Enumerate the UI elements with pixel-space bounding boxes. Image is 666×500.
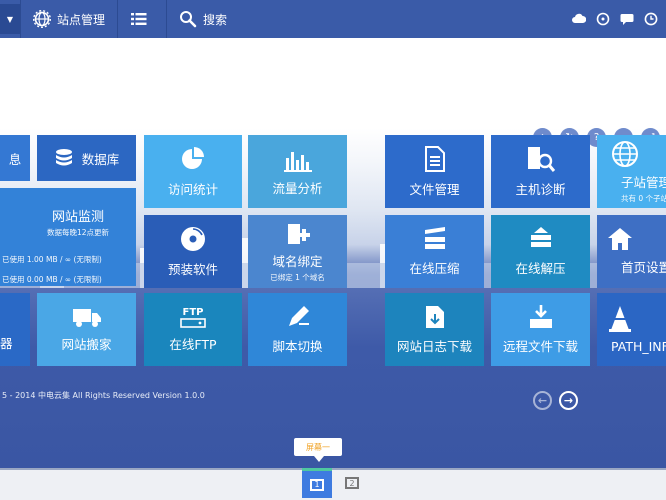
document-plus-icon [285,221,311,247]
search-label: 搜索 [203,12,228,27]
prev-page-button[interactable]: ← [533,391,552,410]
screen-switcher-bar [0,468,666,500]
tile-script-switch-label: 脚本切换 [272,339,323,354]
tile-file-manage[interactable]: 文件管理 [385,135,484,208]
dropdown-toggle-button[interactable]: ▼ [0,4,20,34]
tile-traffic[interactable]: 流量分析 [248,135,347,208]
tile-info[interactable]: 息 [0,135,30,181]
site-manage-label: 站点管理 [57,12,106,27]
download-tray-icon [527,304,555,330]
caret-down-icon: ▼ [6,14,14,24]
server-search-icon [526,145,556,173]
tile-path-info-label: PATH_INFO [611,339,666,354]
clock-icon[interactable] [644,12,658,26]
decompress-icon [527,226,555,252]
tile-log-download[interactable]: 网站日志下载 [385,293,484,366]
tile-domain[interactable]: 域名绑定 已绑定 1 个域名 [248,215,347,288]
tile-subsite[interactable]: 子站管理 共有 0 个子站 [597,135,666,208]
globe-icon [611,140,639,168]
ftp-icon: FTP [180,307,206,328]
tile-database-label: 数据库 [81,151,120,167]
search-icon [179,10,197,28]
dashboard-panel: ⌂ ↻ ? − ⤢ 息 数据库 访问统计 流量分析 文件管理 主机诊断 [0,38,666,468]
tile-monitor-line2: 已使用 0.00 MB / ∞ (无限制) [2,275,102,284]
tile-ftp-label: 在线FTP [169,336,217,352]
pie-chart-icon [179,145,207,173]
truck-icon [72,306,102,328]
tile-decompress-label: 在线解压 [515,261,566,276]
bar-chart-icon [283,146,312,172]
tile-compress-label: 在线压缩 [409,261,460,276]
compress-icon [421,226,449,252]
ftp-icon-text: FTP [182,306,204,318]
arrow-left-icon: ← [537,394,548,407]
tile-preinstall[interactable]: 预装软件 [144,215,242,288]
tile-database[interactable]: 数据库 [37,135,136,181]
pencil-icon [285,304,311,330]
tile-monitor-sub: 数据每晚12点更新 [46,228,110,237]
tile-path-info[interactable]: PATH_INFO [597,293,666,366]
tile-domain-label: 域名绑定 [272,253,323,269]
tile-monitor-line1: 已使用 1.00 MB / ∞ (无限制) [2,255,102,264]
house-icon [607,227,633,251]
cone-icon [607,305,633,333]
tile-host-diag-label: 主机诊断 [515,182,566,197]
tile-domain-sub: 已绑定 1 个域名 [270,272,325,282]
arrow-right-icon: → [563,394,574,407]
tile-migrate[interactable]: 网站搬家 [37,293,136,366]
cloud-icon[interactable] [572,12,586,26]
screen-2-number: 2 [349,478,355,488]
screen-1-button[interactable]: 1 [302,468,332,498]
search-button[interactable]: 搜索 [167,0,239,38]
database-icon [54,148,74,168]
tile-left-cut[interactable]: 器 [0,293,30,366]
tile-ftp[interactable]: FTP 在线FTP [144,293,242,366]
tile-homepage-label: 首页设置 [621,260,666,275]
disc-icon [179,225,207,253]
screen-tooltip: 屏幕一 [294,438,342,462]
list-menu-button[interactable] [118,0,166,38]
list-icon [130,10,148,28]
tile-decompress[interactable]: 在线解压 [491,215,590,288]
copyright-text: 5 - 2014 中电云集 All Rights Reserved Versio… [2,391,205,400]
tile-monitor[interactable]: 网站监测 数据每晚12点更新 已使用 1.00 MB / ∞ (无限制) 已使用… [0,188,136,286]
tile-migrate-label: 网站搬家 [61,337,112,352]
tile-homepage[interactable]: 首页设置 [597,215,666,288]
tile-remote-download[interactable]: 远程文件下载 [491,293,590,366]
tile-subsite-sub: 共有 0 个子站 [621,193,666,203]
tile-visit-stats[interactable]: 访问统计 [144,135,242,208]
top-right-icons [572,12,666,26]
file-icon [422,145,448,173]
tile-file-manage-label: 文件管理 [409,182,460,197]
tile-remote-download-label: 远程文件下载 [502,339,578,354]
tile-log-download-label: 网站日志下载 [396,339,472,354]
tile-info-label: 息 [8,151,22,167]
next-page-button[interactable]: → [559,391,578,410]
screen-2-icon: 2 [345,477,359,489]
tile-monitor-label: 网站监测 [51,210,104,225]
screen-2-button[interactable]: 2 [337,468,367,498]
screen-1-icon: 1 [310,478,324,491]
message-icon[interactable] [620,12,634,26]
screen-1-number: 1 [314,480,320,489]
tile-host-diag[interactable]: 主机诊断 [491,135,590,208]
top-bar: ▼ 站点管理 搜索 [0,0,666,38]
file-download-icon [423,304,447,330]
tile-preinstall-label: 预装软件 [167,262,218,277]
tile-subsite-label: 子站管理 [621,174,666,190]
tile-compress[interactable]: 在线压缩 [385,215,484,288]
tile-traffic-label: 流量分析 [272,181,323,196]
help-chat-icon[interactable] [596,12,610,26]
tile-visit-stats-label: 访问统计 [167,182,218,197]
tile-left-cut-label: 器 [0,336,13,351]
site-manage-button[interactable]: 站点管理 [21,0,117,38]
globe-gear-icon [33,10,51,28]
tile-script-switch[interactable]: 脚本切换 [248,293,347,366]
